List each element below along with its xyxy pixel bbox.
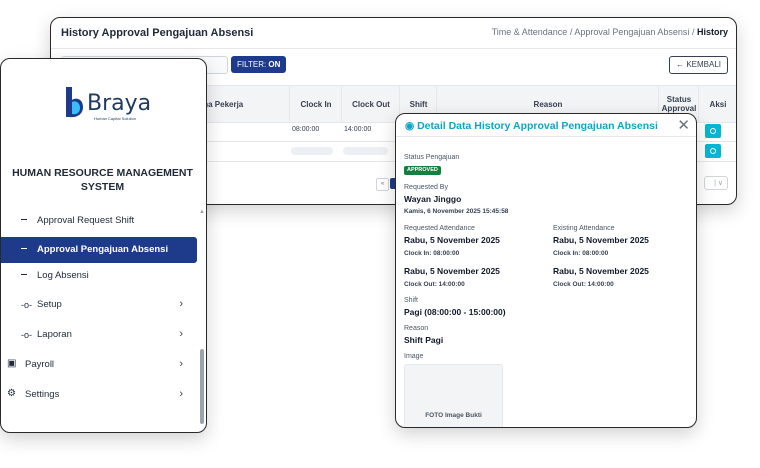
system-title: HUMAN RESOURCE MANAGEMENT SYSTEM bbox=[12, 167, 193, 193]
sidebar-item-approval-pengajuan-absensi[interactable]: Approval Pengajuan Absensi bbox=[1, 237, 197, 263]
existing-in-time: Clock In: 08:00:00 bbox=[553, 250, 609, 257]
cell-clock-out: 14:00:00 bbox=[344, 126, 372, 133]
divider bbox=[396, 136, 696, 137]
breadcrumb: Time & Attendance / Approval Pengajuan A… bbox=[492, 27, 728, 37]
braya-logo-icon bbox=[66, 87, 83, 118]
existing-out-time: Clock Out: 14:00:00 bbox=[553, 281, 614, 288]
existing-in-date: Rabu, 5 November 2025 bbox=[553, 235, 649, 245]
sidebar-item-setup[interactable]: -o- Setup › bbox=[1, 292, 197, 318]
status-badge: APPROVED bbox=[404, 166, 441, 175]
chevron-right-icon: › bbox=[179, 328, 183, 340]
status-label: Status Pengajuan bbox=[404, 154, 460, 161]
image-caption: FOTO Image Bukti bbox=[425, 412, 482, 419]
close-icon[interactable]: ✕ bbox=[677, 116, 690, 134]
sidebar-item-label: Approval Request Shift bbox=[37, 215, 135, 226]
sidebar-item-payroll[interactable]: ▣ Payroll › bbox=[1, 352, 197, 378]
proof-image[interactable]: FOTO Image Bukti bbox=[404, 364, 503, 427]
breadcrumb-current: History bbox=[696, 27, 728, 37]
shift-value: Pagi (08:00:00 - 15:00:00) bbox=[404, 307, 506, 317]
sidebar-item-label: Settings bbox=[25, 389, 60, 400]
sidebar-item-label: Payroll bbox=[25, 359, 55, 370]
chevron-right-icon: › bbox=[179, 388, 183, 400]
chevron-right-icon: › bbox=[179, 298, 183, 310]
reason-value: Shift Pagi bbox=[404, 335, 444, 345]
brand-name: Braya bbox=[87, 91, 152, 116]
modal-title: ◉ Detail Data History Approval Pengajuan… bbox=[405, 120, 658, 132]
breadcrumb-approval[interactable]: Approval Pengajuan Absensi bbox=[574, 27, 689, 37]
circle-dash-icon: -o- bbox=[21, 300, 32, 310]
col-aksi: Aksi bbox=[698, 86, 736, 122]
filter-value: ON bbox=[268, 60, 281, 69]
loading-placeholder bbox=[291, 147, 333, 155]
requested-attendance-label: Requested Attendance bbox=[404, 225, 475, 232]
circle-dash-icon: -o- bbox=[21, 330, 32, 340]
sidebar-item-approval-request-shift[interactable]: Approval Request Shift bbox=[1, 208, 197, 234]
sidebar-item-label: Approval Pengajuan Absensi bbox=[37, 244, 169, 255]
requested-out-time: Clock Out: 14:00:00 bbox=[404, 281, 465, 288]
cell-clock-in: 08:00:00 bbox=[292, 126, 320, 133]
sidebar-item-label: Log Absensi bbox=[37, 270, 89, 281]
window-header: History Approval Pengajuan Absensi Time … bbox=[51, 18, 736, 49]
col-clock-in: Clock In bbox=[289, 86, 342, 122]
requested-at-value: Kamis, 6 November 2025 15:45:58 bbox=[404, 208, 509, 215]
payroll-icon: ▣ bbox=[7, 358, 17, 369]
shift-label: Shift bbox=[404, 297, 419, 304]
requested-in-date: Rabu, 5 November 2025 bbox=[404, 235, 500, 245]
breadcrumb-separator: / bbox=[691, 27, 695, 37]
view-detail-icon[interactable] bbox=[705, 144, 721, 158]
eye-icon: ◉ bbox=[405, 120, 415, 132]
sidebar-item-label: Setup bbox=[37, 299, 62, 310]
sidebar: Braya Human Capital Solution HUMAN RESOU… bbox=[0, 58, 207, 433]
sidebar-item-laporan[interactable]: -o- Laporan › bbox=[1, 322, 197, 348]
requested-by-value: Wayan Jinggo bbox=[404, 194, 462, 204]
scrollbar-thumb[interactable] bbox=[200, 349, 204, 424]
breadcrumb-time-attendance[interactable]: Time & Attendance bbox=[492, 27, 568, 37]
sidebar-item-settings[interactable]: ⚙ Settings › bbox=[1, 382, 197, 408]
brand-tagline: Human Capital Solution bbox=[94, 116, 137, 121]
breadcrumb-separator: / bbox=[569, 27, 573, 37]
scroll-up-icon[interactable]: ▲ bbox=[199, 209, 205, 215]
back-button[interactable]: ← KEMBALI bbox=[669, 56, 728, 74]
requested-by-label: Requested By bbox=[404, 184, 448, 191]
braya-logo: Braya Human Capital Solution bbox=[63, 85, 153, 121]
page-size-select[interactable]: | ∨ bbox=[704, 176, 728, 190]
col-nama-pekerja: ma Pekerja bbox=[201, 99, 244, 109]
reason-label: Reason bbox=[404, 325, 429, 332]
dash-icon bbox=[21, 219, 27, 220]
modal-title-text: Detail Data History Approval Pengajuan A… bbox=[417, 120, 658, 132]
existing-out-date: Rabu, 5 November 2025 bbox=[553, 266, 649, 276]
chevron-right-icon: › bbox=[179, 358, 183, 370]
dash-icon bbox=[21, 248, 27, 249]
requested-out-date: Rabu, 5 November 2025 bbox=[404, 266, 500, 276]
col-clock-out: Clock Out bbox=[341, 86, 400, 122]
dash-icon bbox=[21, 274, 27, 275]
sidebar-item-label: Laporan bbox=[37, 329, 72, 340]
filter-label: FILTER: bbox=[237, 60, 267, 69]
existing-attendance-label: Existing Attendance bbox=[553, 225, 615, 232]
view-detail-icon[interactable] bbox=[705, 124, 721, 138]
loading-placeholder bbox=[343, 147, 388, 155]
image-label: Image bbox=[404, 353, 424, 360]
page-title: History Approval Pengajuan Absensi bbox=[61, 27, 254, 39]
filter-button[interactable]: FILTER: ON bbox=[231, 56, 287, 73]
sidebar-item-log-absensi[interactable]: Log Absensi bbox=[1, 263, 197, 289]
pagination-prev[interactable]: « bbox=[376, 178, 389, 191]
requested-in-time: Clock In: 08:00:00 bbox=[404, 250, 460, 257]
detail-modal: ◉ Detail Data History Approval Pengajuan… bbox=[395, 113, 697, 428]
gear-icon: ⚙ bbox=[7, 388, 16, 399]
